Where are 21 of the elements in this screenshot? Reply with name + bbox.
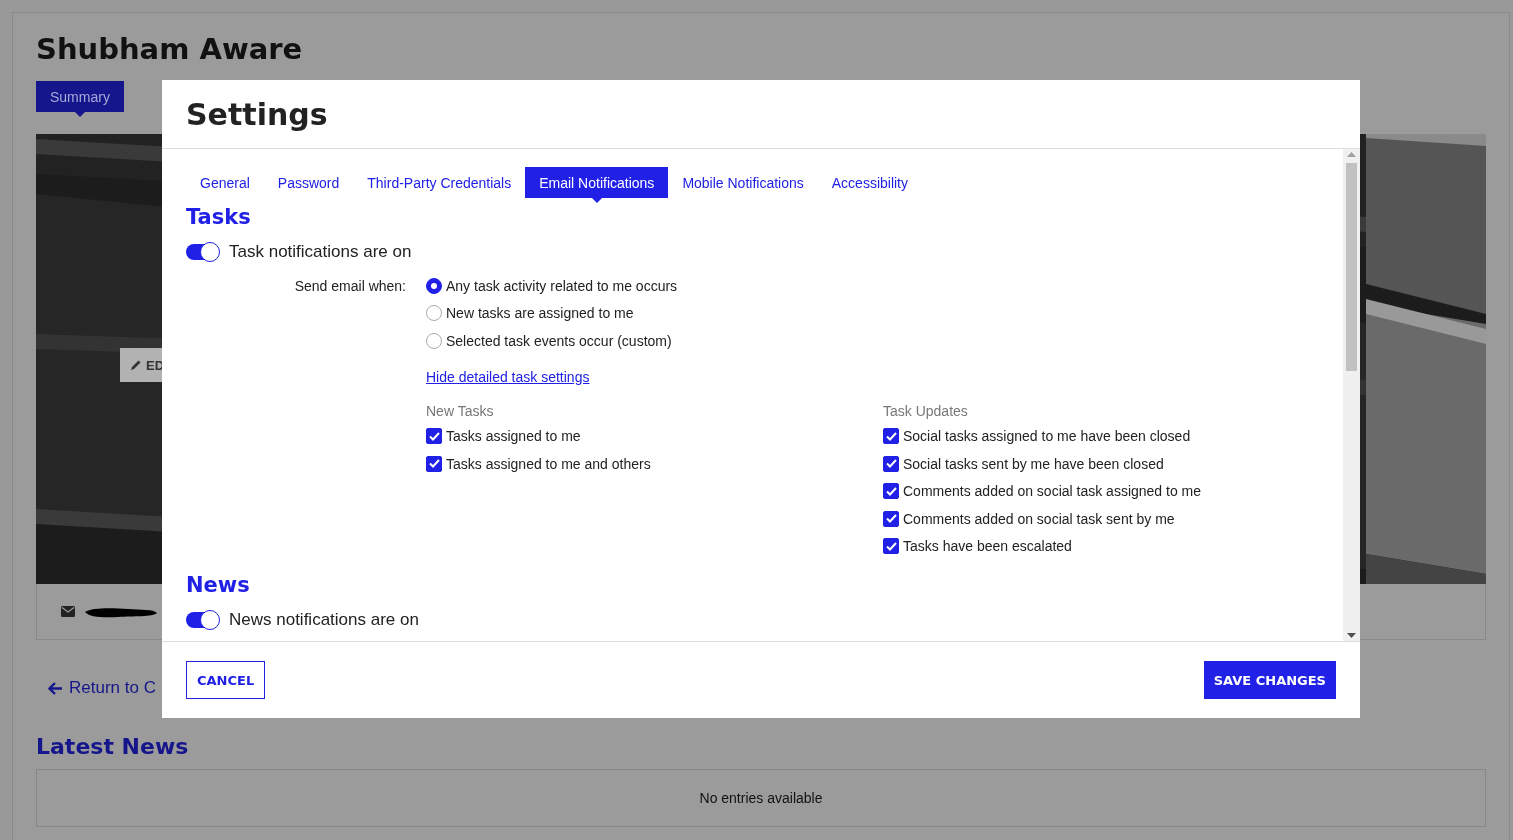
radio-label: Selected task events occur (custom): [446, 332, 672, 349]
section-title: Tasks: [186, 204, 252, 230]
toggle-label: News notifications are on: [229, 610, 419, 630]
checkbox-label: Tasks assigned to me: [446, 428, 581, 445]
section-title: News: [186, 572, 251, 598]
group-title: New Tasks: [426, 402, 495, 421]
checkbox-label: Social tasks assigned to me have been closed: [903, 428, 1191, 445]
field-label: Send email when:: [294, 278, 406, 295]
checkbox-label: Social tasks sent by me have been closed: [903, 455, 1164, 472]
checkbox-label: Comments added on social task assigned to me: [903, 483, 1202, 500]
group-title: Task Updates: [883, 402, 969, 421]
empty-message: No entries available: [699, 790, 823, 806]
page-title: Shubham Aware: [36, 31, 304, 67]
section-title: Latest News: [36, 734, 190, 759]
checkbox-label: Tasks have been escalated: [903, 538, 1072, 555]
checkbox-label: Comments added on social task sent by me: [903, 510, 1175, 527]
dialog-title: Settings: [186, 96, 328, 132]
checkbox-label: Tasks assigned to me and others: [446, 455, 651, 472]
toggle-label: Task notifications are on: [229, 242, 412, 262]
radio-label: Any task activity related to me occurs: [446, 277, 678, 294]
radio-label: New tasks are assigned to me: [446, 305, 634, 322]
